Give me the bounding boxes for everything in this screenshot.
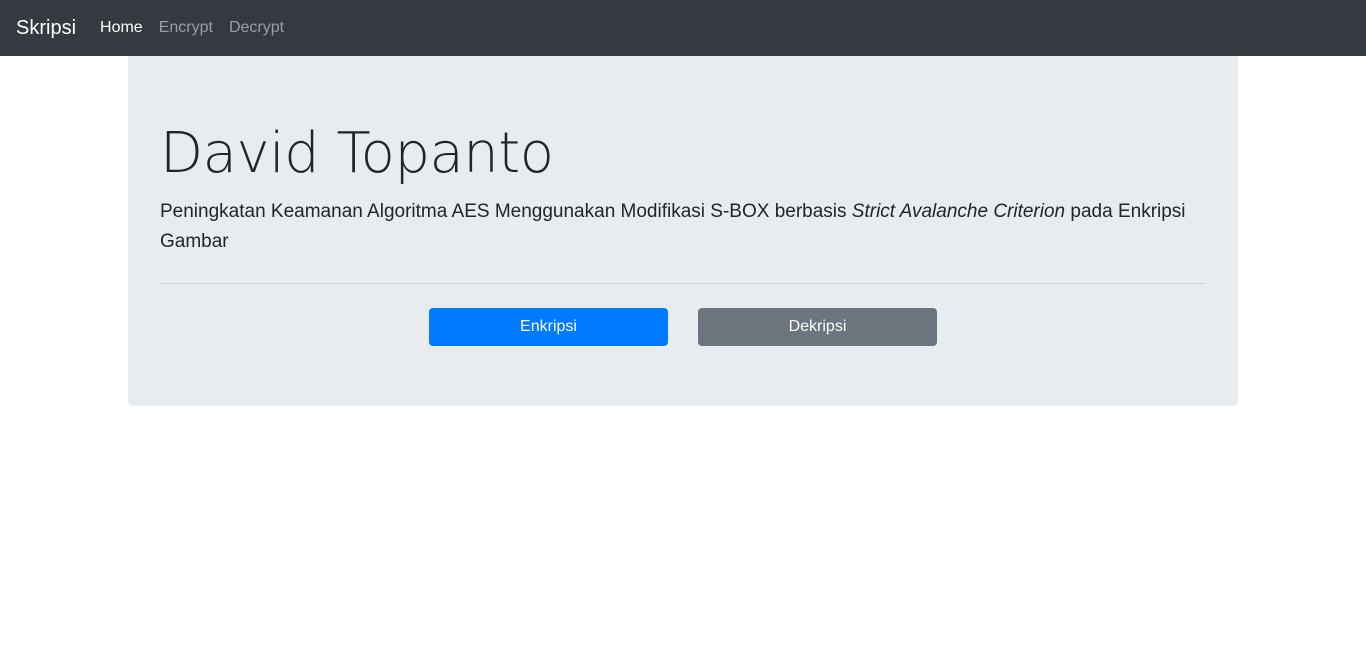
page-title: David Topanto — [160, 121, 554, 186]
nav-link-encrypt[interactable]: Encrypt — [159, 19, 213, 37]
top-navbar: Skripsi Home Encrypt Decrypt — [0, 0, 1366, 56]
action-buttons: Enkripsi Dekripsi — [160, 308, 1206, 347]
lead-text-emphasis: Strict Avalanche Criterion — [851, 201, 1066, 223]
decrypt-button[interactable]: Dekripsi — [698, 308, 937, 347]
encrypt-button[interactable]: Enkripsi — [429, 308, 668, 347]
navbar-brand[interactable]: Skripsi — [16, 17, 76, 40]
hero-jumbotron: David Topanto Peningkatan Keamanan Algor… — [128, 56, 1238, 406]
nav-link-decrypt[interactable]: Decrypt — [229, 19, 284, 37]
lead-text-before: Peningkatan Keamanan Algoritma AES Mengg… — [160, 201, 852, 223]
horizontal-divider — [160, 283, 1206, 285]
lead-description: Peningkatan Keamanan Algoritma AES Mengg… — [160, 197, 1206, 257]
nav-link-home[interactable]: Home — [100, 19, 143, 37]
